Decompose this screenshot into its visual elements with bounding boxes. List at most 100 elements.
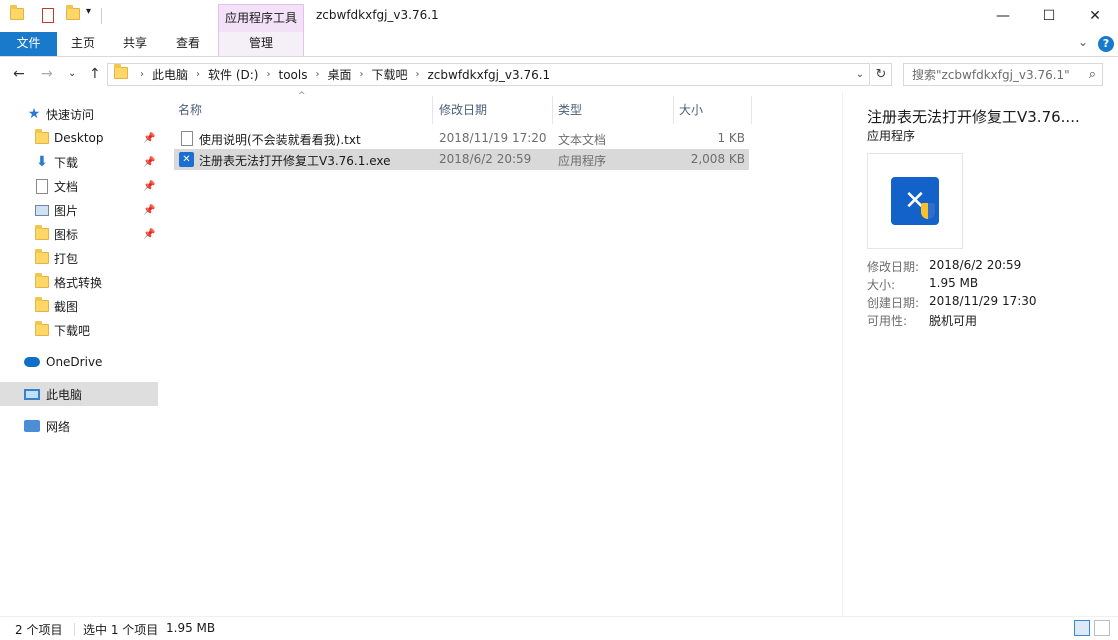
breadcrumb-drive-d[interactable]: 软件 (D:) (204, 66, 262, 83)
selected-size: 1.95 MB (166, 621, 216, 635)
maximize-button[interactable]: ☐ (1026, 0, 1072, 32)
refresh-button[interactable]: ↻ (871, 63, 892, 86)
file-row-selected[interactable]: ✕ 注册表无法打开修复工V3.76.1.exe 2018/6/2 20:59 应… (174, 149, 749, 170)
divider (74, 623, 75, 636)
search-input[interactable]: 搜索"zcbwfdkxfgj_v3.76.1" ⌕ (903, 63, 1103, 86)
forward-button[interactable]: → (41, 66, 53, 82)
pin-icon[interactable]: 📌 (143, 181, 155, 192)
nav-item-format-convert[interactable]: 格式转换 (0, 270, 158, 294)
file-date: 2018/11/19 17:20 (439, 131, 547, 145)
tab-home[interactable]: 主页 (61, 32, 105, 56)
column-divider[interactable] (552, 96, 553, 124)
tab-share[interactable]: 共享 (113, 32, 157, 56)
pin-icon[interactable]: 📌 (143, 205, 155, 216)
sort-ascending-icon: ^ (298, 91, 306, 101)
expand-ribbon-icon[interactable]: ⌄ (1078, 35, 1088, 49)
nav-item-screenshots[interactable]: 截图 (0, 294, 158, 318)
file-row[interactable]: 使用说明(不会装就看看我).txt 2018/11/19 17:20 文本文档 … (174, 128, 749, 149)
file-size: 1 KB (717, 131, 745, 145)
tab-view[interactable]: 查看 (166, 32, 210, 56)
file-date: 2018/6/2 20:59 (439, 152, 532, 166)
breadcrumb-separator[interactable]: › (412, 69, 424, 80)
column-header-date[interactable]: 修改日期 (439, 92, 549, 126)
details-label: 创建日期: (867, 296, 920, 310)
details-value: 2018/11/29 17:30 (929, 294, 1037, 308)
column-header-size[interactable]: 大小 (679, 92, 749, 126)
new-folder-icon[interactable] (66, 5, 80, 24)
file-size: 2,008 KB (690, 152, 745, 166)
picture-icon (34, 202, 50, 218)
nav-this-pc[interactable]: 此电脑 (0, 382, 158, 406)
status-bar: 2 个项目 选中 1 个项目 1.95 MB (0, 616, 1118, 640)
file-name: 注册表无法打开修复工V3.76.1.exe (199, 154, 391, 168)
details-value: 1.95 MB (929, 276, 979, 290)
pin-icon[interactable]: 📌 (143, 157, 155, 168)
address-bar[interactable]: › 此电脑 › 软件 (D:) › tools › 桌面 › 下载吧 › zcb… (107, 63, 870, 86)
customize-toolbar-icon[interactable]: ▾ (86, 6, 91, 22)
details-file-type: 应用程序 (867, 129, 916, 143)
details-label: 大小: (867, 278, 896, 292)
minimize-button[interactable]: — (980, 0, 1026, 32)
folder-icon (10, 5, 24, 24)
address-row: ← → ⌄ ↑ › 此电脑 › 软件 (D:) › tools › 桌面 › 下… (0, 58, 1118, 91)
column-divider[interactable] (751, 96, 752, 124)
nav-item-downloads[interactable]: ⬇ 下载 📌 (0, 150, 158, 174)
breadcrumb-tools[interactable]: tools (274, 68, 311, 82)
text-file-icon (181, 131, 193, 146)
details-label: 可用性: (867, 314, 908, 328)
nav-item-xiazaiba[interactable]: 下载吧 (0, 318, 158, 342)
folder-icon (34, 129, 50, 146)
nav-item-icons[interactable]: 图标 📌 (0, 222, 158, 246)
column-divider[interactable] (432, 96, 433, 124)
close-button[interactable]: ✕ (1072, 0, 1118, 32)
exe-app-icon: ✕ (179, 152, 194, 167)
breadcrumb-current-folder[interactable]: zcbwfdkxfgj_v3.76.1 (424, 68, 555, 82)
search-icon[interactable]: ⌕ (1089, 67, 1096, 82)
breadcrumb-desktop[interactable]: 桌面 (323, 66, 355, 83)
up-button[interactable]: ↑ (89, 66, 101, 82)
item-count: 2 个项目 (15, 623, 63, 637)
details-file-name: 注册表无法打开修复工V3.76.... (867, 108, 1080, 126)
help-icon[interactable]: ? (1098, 36, 1114, 52)
nav-item-desktop[interactable]: Desktop 📌 (0, 126, 158, 150)
tab-file[interactable]: 文件 (0, 32, 57, 56)
recent-locations-button[interactable]: ⌄ (68, 68, 76, 79)
file-type: 文本文档 (558, 133, 607, 147)
address-dropdown-button[interactable]: ⌄ (850, 63, 870, 86)
details-pane: 注册表无法打开修复工V3.76.... 应用程序 ✕ 修改日期: 2018/6/… (842, 92, 1118, 616)
nav-onedrive[interactable]: OneDrive (0, 350, 158, 374)
pin-icon[interactable]: 📌 (143, 133, 155, 144)
back-button[interactable]: ← (13, 66, 25, 82)
navigation-pane: ★ 快速访问 Desktop 📌 ⬇ 下载 📌 文档 📌 图片 📌 图标 📌 打… (0, 92, 158, 616)
ribbon-tabs: 文件 主页 共享 查看 管理 ⌄ ? (0, 32, 1118, 57)
breadcrumb-separator[interactable]: › (311, 69, 323, 80)
repair-tool-icon: ✕ (891, 177, 939, 225)
network-icon (24, 418, 40, 434)
context-tab-app-tools: 应用程序工具 (218, 4, 304, 32)
breadcrumb-separator[interactable]: › (355, 69, 367, 80)
folder-icon (34, 297, 50, 314)
folder-icon (34, 249, 50, 266)
breadcrumb-separator[interactable]: › (262, 69, 274, 80)
search-placeholder: 搜索"zcbwfdkxfgj_v3.76.1" (912, 68, 1070, 82)
breadcrumb-this-pc[interactable]: 此电脑 (148, 66, 192, 83)
nav-item-pack[interactable]: 打包 (0, 246, 158, 270)
document-icon (34, 178, 50, 194)
properties-icon[interactable] (42, 8, 54, 24)
nav-item-pictures[interactable]: 图片 📌 (0, 198, 158, 222)
star-icon: ★ (27, 106, 41, 122)
nav-network[interactable]: 网络 (0, 414, 158, 438)
nav-quick-access[interactable]: ★ 快速访问 (0, 102, 158, 126)
breadcrumb-separator[interactable]: › (192, 69, 204, 80)
pin-icon[interactable]: 📌 (143, 229, 155, 240)
tab-manage[interactable]: 管理 (218, 32, 304, 56)
column-header-type[interactable]: 类型 (558, 92, 668, 126)
details-view-button[interactable] (1074, 620, 1090, 636)
details-value: 脱机可用 (929, 314, 978, 328)
nav-item-documents[interactable]: 文档 📌 (0, 174, 158, 198)
file-name: 使用说明(不会装就看看我).txt (199, 133, 361, 147)
breadcrumb-xiazaiba[interactable]: 下载吧 (367, 66, 411, 83)
column-divider[interactable] (673, 96, 674, 124)
large-icons-view-button[interactable] (1094, 620, 1110, 636)
window-title: zcbwfdkxfgj_v3.76.1 (316, 8, 439, 22)
